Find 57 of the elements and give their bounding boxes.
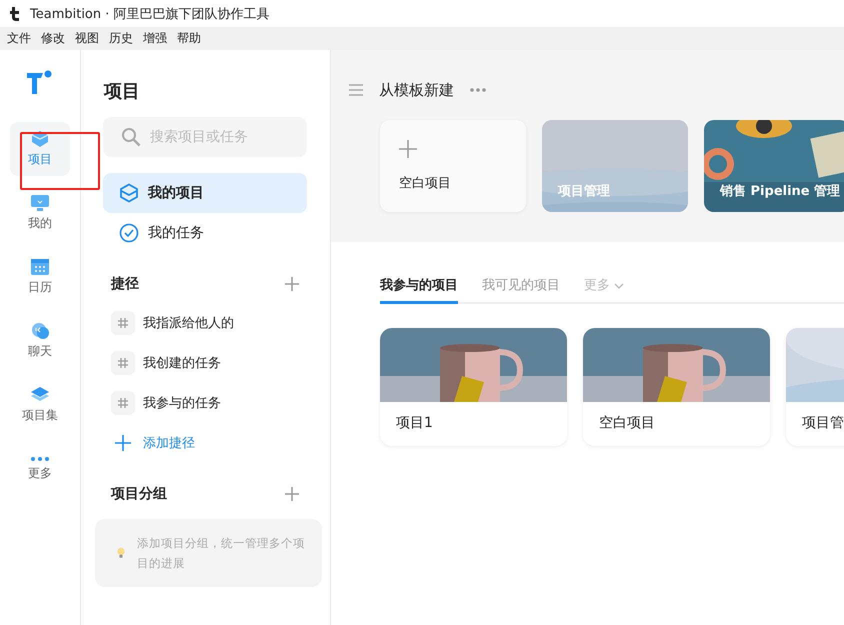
search-field[interactable]: 搜索项目或任务 [103,117,307,157]
more-icon [30,456,50,462]
calendar-icon [30,258,50,276]
hash-icon [111,351,135,375]
lightbulb-icon [117,546,126,560]
menu-item[interactable]: 文件 [4,30,38,47]
nav-rail-item[interactable]: 我的 [10,186,70,240]
menu-item[interactable]: 帮助 [174,30,208,47]
add-icon [399,140,417,158]
chevron-down-icon [614,283,624,289]
tip-text: 添加项目分组，统一管理多个项目的进展 [137,535,306,572]
nav-rail-item[interactable]: 项目集 [10,378,70,432]
more-icon[interactable] [470,88,486,92]
section-title: 捷径 [111,275,139,293]
template-name: 空白项目 [399,175,452,192]
project-name: 项目管 [801,414,844,432]
menu-item[interactable]: 修改 [38,30,72,47]
tab[interactable]: 我参与的项目 [380,270,458,304]
brand-logo-icon [26,70,54,96]
sidebar-nav-item[interactable]: 我的项目 [103,173,307,213]
add-icon[interactable] [285,277,299,291]
section-title: 从模板新建 [379,80,454,100]
chat-icon [30,322,50,340]
sidebar-nav-item[interactable]: 我的任务 [103,213,307,253]
template-card[interactable]: 销售 Pipeline 管理 [704,120,844,212]
project-card[interactable]: 空白项目 [583,328,770,446]
add-icon[interactable] [285,487,299,501]
add-icon [115,435,131,451]
nav-rail-item[interactable]: 聊天 [10,314,70,368]
project-name: 空白项目 [598,414,656,432]
nav-rail-item[interactable]: 更多 [10,442,70,496]
hash-icon [111,311,135,335]
section-title: 项目分组 [111,485,167,503]
check-circle-icon [119,223,139,243]
shortcut-item[interactable]: 我创建的任务 [111,349,307,377]
search-icon [121,127,141,147]
app-logo-icon [10,6,22,20]
shortcut-item[interactable]: 我参与的任务 [111,389,307,417]
menu-icon[interactable] [349,84,363,96]
window-title: Teambition · 阿里巴巴旗下团队协作工具 [30,6,270,22]
layers-icon [30,386,50,404]
hash-icon [111,391,135,415]
shortcut-item[interactable]: 我指派给他人的 [111,309,307,337]
template-name: 销售 Pipeline 管理 [720,183,840,200]
cube-icon [30,130,50,148]
menu-item[interactable]: 增强 [140,30,174,47]
cube-outline-icon [119,183,139,203]
project-name: 项目1 [395,414,434,432]
project-card[interactable]: 项目管 [786,328,844,446]
menu-item[interactable]: 历史 [106,30,140,47]
template-name: 项目管理 [558,183,610,200]
template-card[interactable]: 空白项目 [380,120,526,212]
nav-rail-item[interactable]: 日历 [10,250,70,304]
menu-item[interactable]: 视图 [72,30,106,47]
project-card[interactable]: 项目1 [380,328,567,446]
sidebar-title: 项目 [104,80,141,103]
monitor-icon [30,194,50,212]
